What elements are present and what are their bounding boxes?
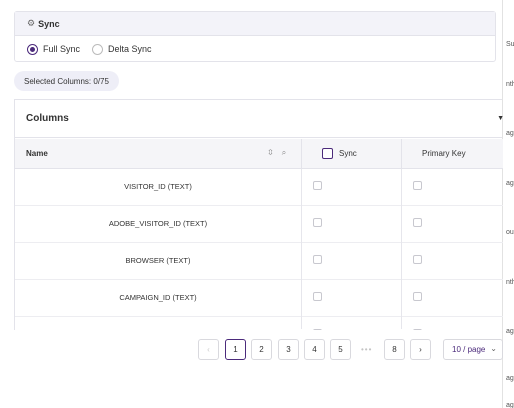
background-text: ag bbox=[506, 402, 514, 408]
table-header: Name ⇳ ⌕ Sync Primary Key bbox=[15, 139, 503, 169]
column-divider bbox=[301, 169, 302, 329]
column-divider bbox=[301, 139, 302, 169]
collapse-caret-icon[interactable]: ▼ bbox=[497, 115, 504, 122]
next-page-button[interactable]: › bbox=[410, 339, 431, 360]
page-size-select[interactable]: 10 / page ⌄ bbox=[443, 339, 503, 360]
pagination: ‹ 1 2 3 4 5 ••• 8 › 10 / page ⌄ bbox=[14, 330, 503, 408]
column-header-name: Name bbox=[26, 149, 48, 158]
column-divider bbox=[401, 139, 402, 169]
table-row: VISITOR_ID (TEXT) bbox=[15, 169, 503, 206]
column-name: VISITOR_ID (TEXT) bbox=[124, 182, 192, 191]
radio-indicator[interactable] bbox=[92, 43, 104, 55]
background-text: nth bbox=[506, 81, 514, 88]
table-row: CAMPAIGN_ID (TEXT) bbox=[15, 280, 503, 317]
search-icon[interactable]: ⌕ bbox=[282, 148, 286, 157]
sync-checkbox[interactable] bbox=[313, 255, 322, 264]
sync-title: Sync bbox=[38, 18, 60, 29]
full-sync-label: Full Sync bbox=[43, 44, 81, 54]
page-button-5[interactable]: 5 bbox=[330, 339, 351, 360]
columns-header[interactable]: Columns ▼ bbox=[15, 100, 504, 138]
table-row: BROWSER (TEXT) bbox=[15, 243, 503, 280]
column-name: BROWSER (TEXT) bbox=[125, 256, 191, 265]
full-sync-radio[interactable]: Full Sync bbox=[27, 43, 81, 55]
header-tools: ⇳ ⌕ bbox=[267, 148, 294, 158]
sync-mode-group: Full Sync Delta Sync bbox=[15, 36, 495, 62]
jump-next-ellipsis[interactable]: ••• bbox=[361, 345, 372, 354]
select-all-checkbox[interactable] bbox=[322, 148, 333, 159]
chevron-down-icon: ⌄ bbox=[490, 344, 497, 353]
background-text: ag bbox=[506, 375, 514, 382]
primary-key-checkbox[interactable] bbox=[413, 218, 422, 227]
page-button-2[interactable]: 2 bbox=[251, 339, 272, 360]
columns-title: Columns bbox=[26, 113, 69, 124]
column-header-primary-key: Primary Key bbox=[422, 149, 466, 158]
prev-page-button[interactable]: ‹ bbox=[198, 339, 219, 360]
sync-header-label: Sync bbox=[339, 149, 357, 158]
page-button-4[interactable]: 4 bbox=[304, 339, 325, 360]
page-button-3[interactable]: 3 bbox=[278, 339, 299, 360]
column-name: CAMPAIGN_ID (TEXT) bbox=[119, 293, 197, 302]
page-size-value: 10 / page bbox=[452, 345, 486, 354]
gear-icon: ⚙ bbox=[27, 18, 36, 28]
column-divider bbox=[401, 169, 402, 329]
background-text: ag bbox=[506, 180, 514, 187]
sync-header: ⚙ Sync bbox=[15, 12, 495, 36]
selected-columns-badge: Selected Columns: 0/75 bbox=[14, 71, 119, 91]
configuration-panel: ⚙ Sync Full Sync Delta Sync Selected Col… bbox=[0, 0, 504, 408]
background-text: oun bbox=[506, 229, 514, 236]
sort-icon[interactable]: ⇳ bbox=[267, 148, 274, 157]
primary-key-checkbox[interactable] bbox=[413, 181, 422, 190]
background-text: nth bbox=[506, 279, 514, 286]
background-table-strip: Su nth ag ag oun nth ag ag ag bbox=[502, 0, 514, 408]
background-text: ag bbox=[506, 130, 514, 137]
sync-checkbox[interactable] bbox=[313, 218, 322, 227]
delta-sync-label: Delta Sync bbox=[108, 44, 152, 54]
page-button-1[interactable]: 1 bbox=[225, 339, 246, 360]
sync-checkbox[interactable] bbox=[313, 181, 322, 190]
sync-checkbox[interactable] bbox=[313, 292, 322, 301]
page-button-8[interactable]: 8 bbox=[384, 339, 405, 360]
radio-indicator[interactable] bbox=[27, 43, 38, 55]
primary-key-checkbox[interactable] bbox=[413, 292, 422, 301]
column-name: ADOBE_VISITOR_ID (TEXT) bbox=[108, 219, 208, 228]
table-row: ADOBE_VISITOR_ID (TEXT) bbox=[15, 206, 503, 243]
delta-sync-radio[interactable]: Delta Sync bbox=[92, 43, 152, 55]
primary-key-checkbox[interactable] bbox=[413, 255, 422, 264]
background-text: Su bbox=[506, 41, 514, 48]
column-header-sync: Sync bbox=[322, 148, 357, 159]
sync-section: ⚙ Sync Full Sync Delta Sync bbox=[14, 11, 496, 62]
background-text: ag bbox=[506, 328, 514, 335]
